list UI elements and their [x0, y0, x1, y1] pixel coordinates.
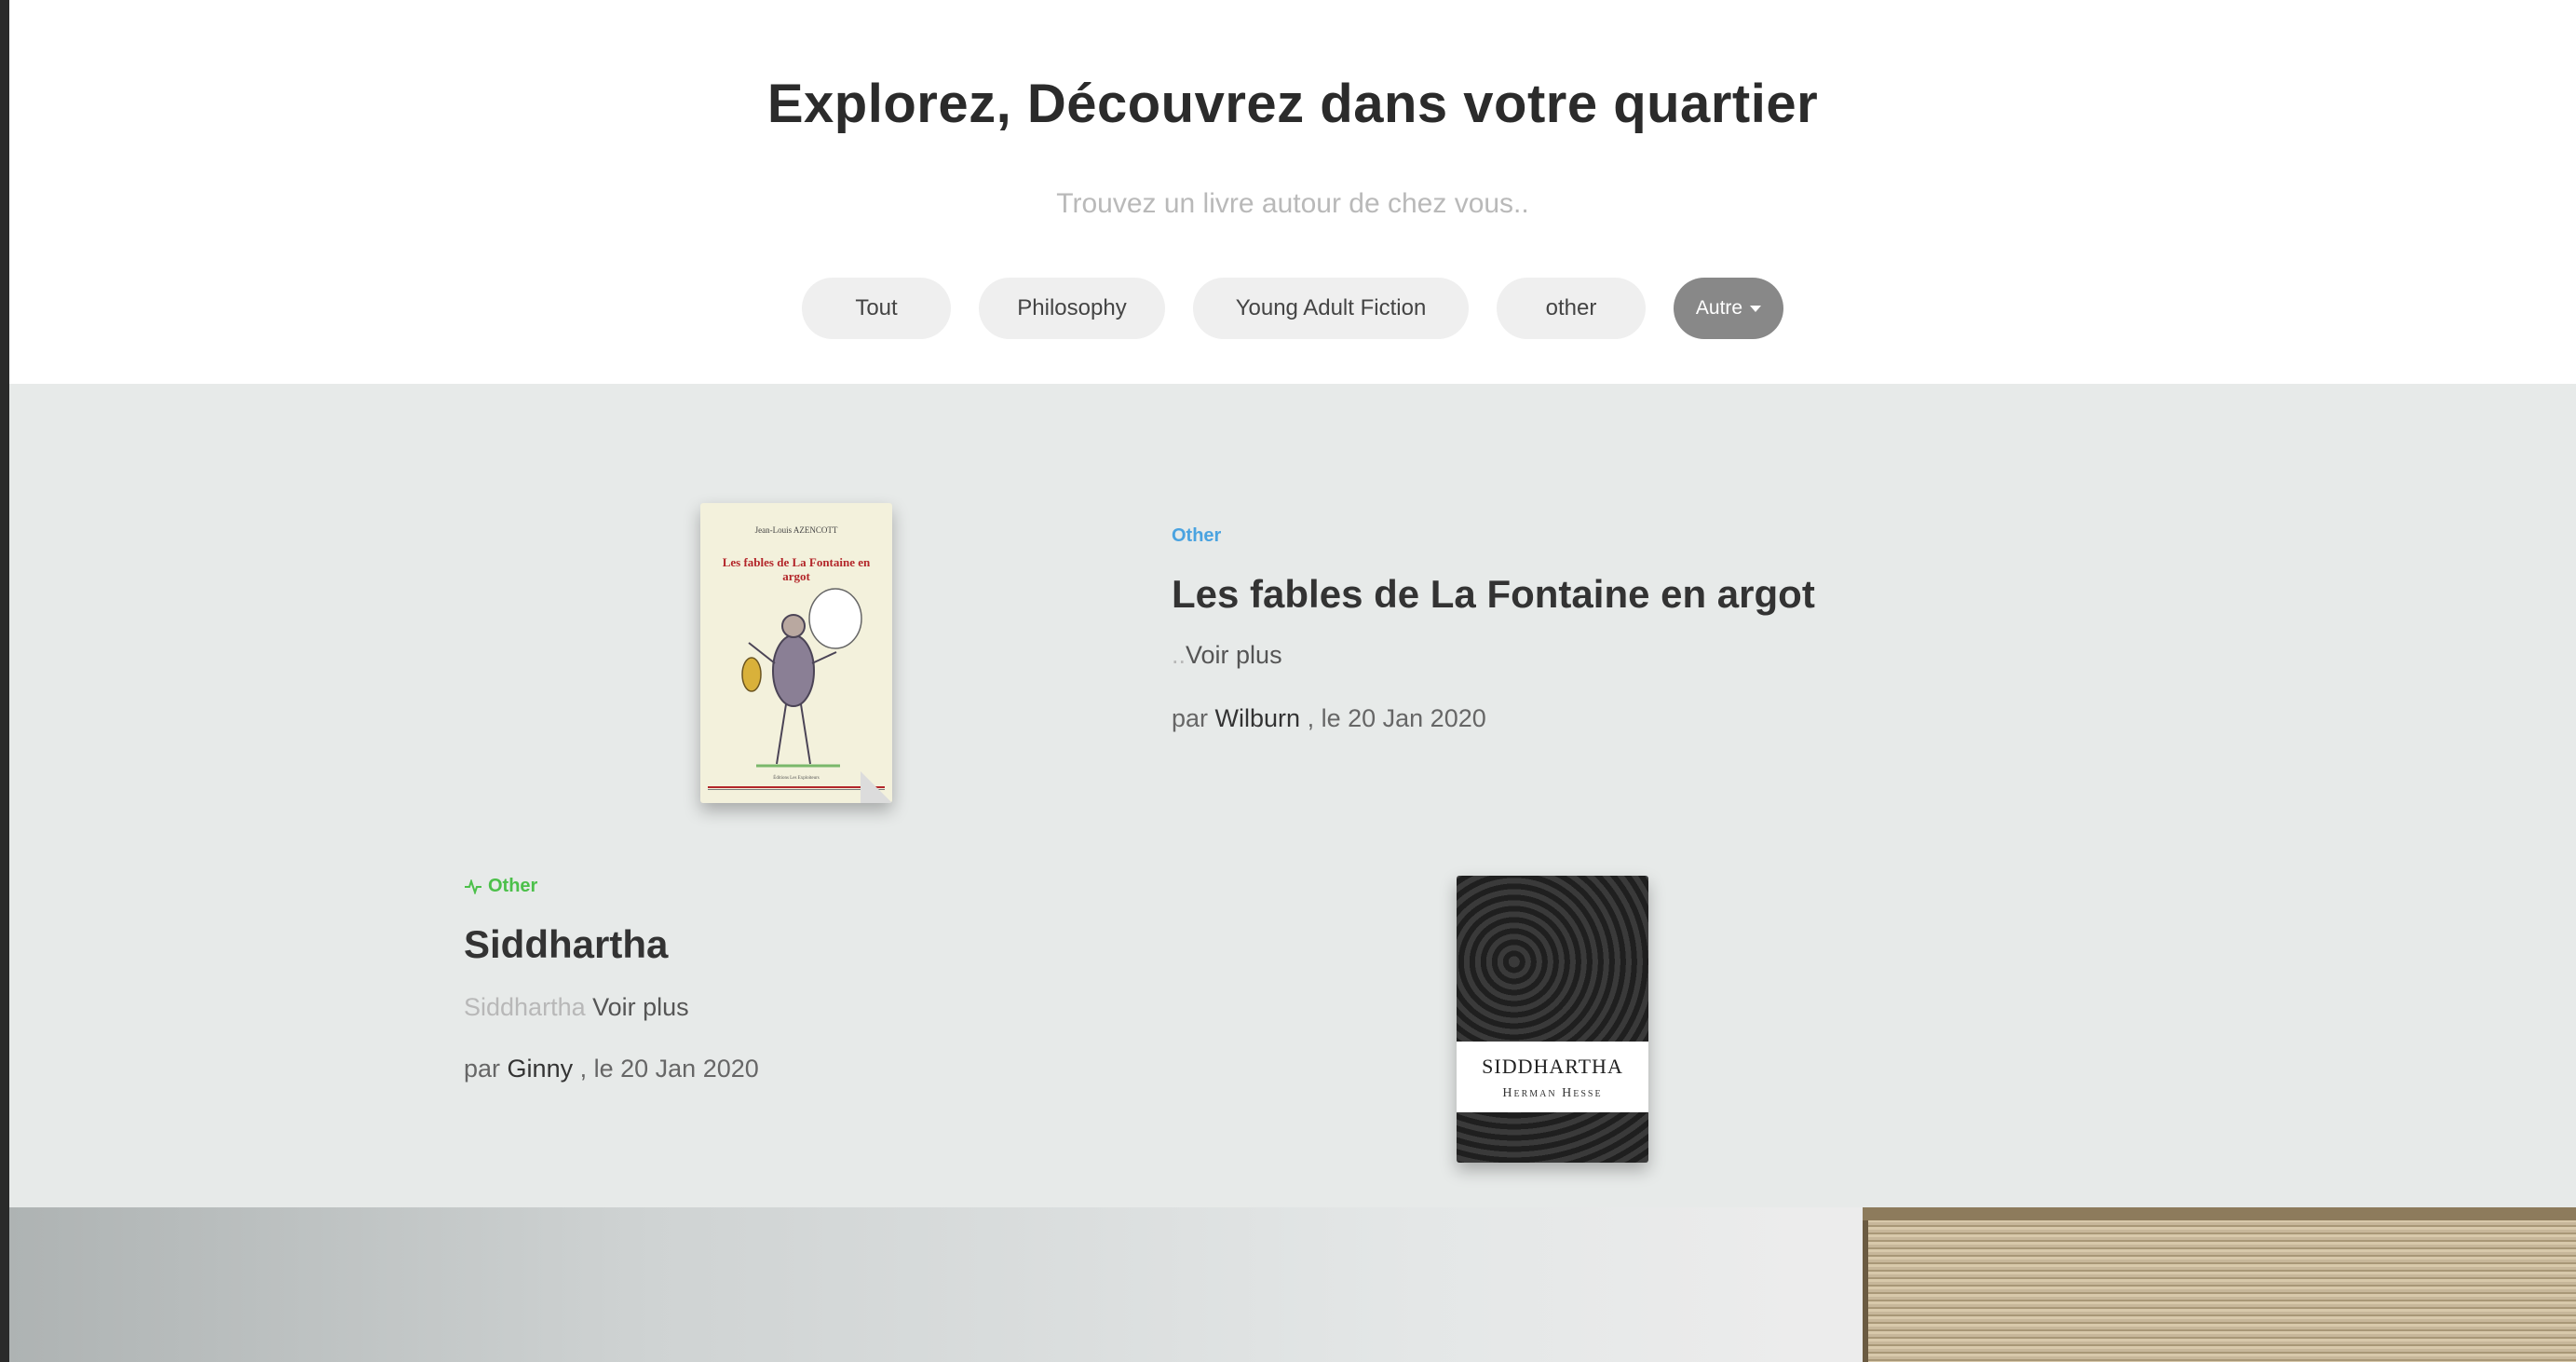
category-label: Other [488, 876, 538, 896]
filter-philosophy-button[interactable]: Philosophy [979, 278, 1165, 339]
cover-title: SIDDHARTHA [1482, 1055, 1623, 1078]
page-curl-icon [861, 771, 892, 803]
post-category-link[interactable]: Other [1172, 525, 1221, 547]
book-feed: Jean-Louis AZENCOTT Les fables de La Fon… [9, 384, 2576, 1207]
filter-other-button[interactable]: other [1497, 278, 1646, 339]
book-cover-image[interactable]: SIDDHARTHA Herman Hesse [1457, 876, 1648, 1163]
post-date: , le 20 Jan 2020 [1307, 704, 1486, 732]
author-link[interactable]: Wilburn [1215, 704, 1301, 732]
by-label: par [464, 1055, 501, 1083]
page: Explorez, Découvrez dans votre quartier … [9, 0, 2576, 1362]
post-meta: par Wilburn , le 20 Jan 2020 [1172, 704, 1486, 733]
dropdown-label: Autre [1695, 297, 1743, 319]
footer-banner-image [9, 1207, 2576, 1362]
excerpt-text: .. [1172, 641, 1186, 669]
filter-young-adult-fiction-button[interactable]: Young Adult Fiction [1193, 278, 1469, 339]
cover-rule [708, 786, 885, 790]
post-title-link[interactable]: Les fables de La Fontaine en argot [1172, 572, 1815, 617]
more-categories-dropdown[interactable]: Autre [1674, 278, 1783, 339]
post-date: , le 20 Jan 2020 [579, 1055, 759, 1083]
post-title-link[interactable]: Siddhartha [464, 922, 668, 967]
book-stack-cover [1863, 1207, 2576, 1220]
caret-down-icon [1750, 305, 1762, 312]
post-meta: par Ginny , le 20 Jan 2020 [464, 1055, 759, 1083]
post-excerpt: ..Voir plus [1172, 641, 1282, 670]
hero-section: Explorez, Découvrez dans votre quartier … [9, 0, 2576, 384]
post-category-link[interactable]: Other [464, 876, 537, 897]
page-title: Explorez, Découvrez dans votre quartier [766, 74, 1819, 134]
author-link[interactable]: Ginny [508, 1055, 574, 1083]
book-cover-image[interactable]: Jean-Louis AZENCOTT Les fables de La Fon… [700, 503, 892, 803]
cover-illustration [741, 588, 862, 768]
page-subtitle: Trouvez un livre autour de chez vous.. [1056, 188, 1529, 219]
filter-all-button[interactable]: Tout [802, 278, 951, 339]
by-label: par [1172, 704, 1209, 732]
excerpt-text: Siddhartha [464, 993, 586, 1021]
post-excerpt: Siddhartha Voir plus [464, 993, 689, 1022]
activity-icon [465, 878, 481, 894]
category-filters: Tout Philosophy Young Adult Fiction othe… [9, 278, 2576, 339]
cover-author: Herman Hesse [1502, 1086, 1603, 1100]
book-stack-image [1863, 1207, 2576, 1362]
read-more-link[interactable]: Voir plus [1186, 641, 1282, 669]
read-more-link[interactable]: Voir plus [592, 993, 689, 1021]
